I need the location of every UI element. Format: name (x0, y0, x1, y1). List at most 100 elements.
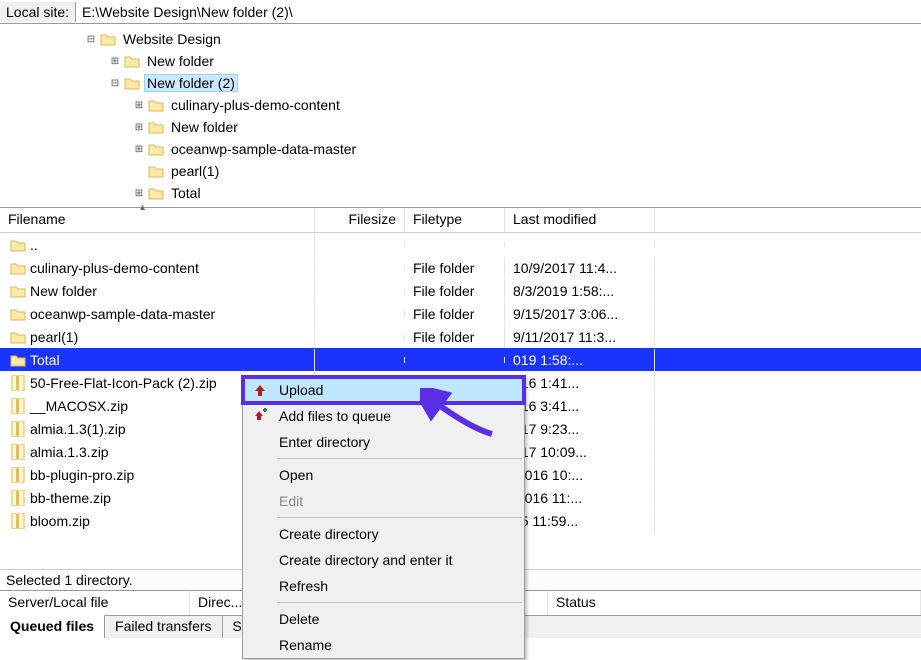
tree-item[interactable]: ⊞culinary-plus-demo-content (0, 94, 921, 116)
tcol-status[interactable]: Status (548, 591, 921, 615)
context-menu-item[interactable]: Enter directory (243, 429, 524, 455)
context-menu-item[interactable]: Open (243, 462, 524, 488)
file-row[interactable]: .. (0, 233, 921, 256)
folder-icon (124, 54, 140, 68)
file-type (405, 357, 505, 363)
file-modified: 017 10:09... (505, 441, 655, 463)
context-menu-separator (277, 517, 522, 518)
file-list-header: ▴ Filename Filesize Filetype Last modifi… (0, 208, 921, 233)
file-name: New folder (30, 283, 97, 299)
file-row[interactable]: Total 019 1:58:... (0, 348, 921, 371)
col-header-filesize[interactable]: Filesize (315, 208, 405, 232)
tab-failed-transfers[interactable]: Failed transfers (105, 616, 222, 638)
file-modified: 016 1:41... (505, 372, 655, 394)
zip-icon (10, 513, 26, 529)
context-menu-label: Refresh (279, 578, 328, 594)
file-name: oceanwp-sample-data-master (30, 306, 215, 322)
tree-item[interactable]: ⊟Website Design (0, 28, 921, 50)
file-name: almia.1.3.zip (30, 444, 109, 460)
context-menu-label: Delete (279, 611, 319, 627)
file-modified: 016 3:41... (505, 395, 655, 417)
file-modified: 019 1:58:... (505, 349, 655, 371)
context-menu-item[interactable]: Rename (243, 632, 524, 658)
tree-item-label: New folder (2) (144, 74, 238, 92)
tree-item-label: oceanwp-sample-data-master (168, 141, 359, 157)
col-header-filename[interactable]: Filename (0, 208, 315, 232)
context-menu-item[interactable]: Delete (243, 606, 524, 632)
file-row[interactable]: culinary-plus-demo-contentFile folder10/… (0, 256, 921, 279)
zip-icon (10, 467, 26, 483)
context-menu-label: Add files to queue (279, 408, 391, 424)
tree-item[interactable]: ⊞New folder (0, 50, 921, 72)
tree-item-label: New folder (168, 119, 241, 135)
zip-icon (10, 421, 26, 437)
folder-icon (10, 237, 26, 253)
file-size (315, 357, 405, 363)
file-name: almia.1.3(1).zip (30, 421, 126, 437)
context-menu: Upload Add files to queue Enter directory O… (242, 376, 525, 659)
file-modified: 15 11:59... (505, 510, 655, 532)
folder-icon (10, 352, 26, 368)
context-menu-separator (277, 602, 522, 603)
zip-icon (10, 375, 26, 391)
context-menu-label: Edit (279, 493, 303, 509)
file-type: File folder (405, 326, 505, 348)
local-site-label: Local site: (0, 2, 76, 22)
expand-icon[interactable]: ⊞ (132, 142, 146, 156)
file-row[interactable]: New folder File folder8/3/2019 1:58:... (0, 279, 921, 302)
tree-spacer (132, 164, 146, 178)
context-menu-label: Create directory (279, 526, 379, 542)
zip-icon (10, 398, 26, 414)
local-path-input[interactable] (76, 2, 921, 22)
expand-icon[interactable]: ⊞ (132, 186, 146, 200)
expand-icon[interactable]: ⊞ (132, 120, 146, 134)
file-size (315, 265, 405, 271)
folder-icon (148, 164, 164, 178)
file-modified: 9/11/2017 11:3... (505, 326, 655, 348)
context-menu-item[interactable]: Create directory (243, 521, 524, 547)
tree-item[interactable]: ⊞Total (0, 182, 921, 204)
collapse-icon[interactable]: ⊟ (84, 32, 98, 46)
file-name: Total (30, 352, 60, 368)
tree-item[interactable]: ⊟ New folder (2) (0, 72, 921, 94)
tcol-file[interactable]: Server/Local file (0, 591, 190, 615)
collapse-icon[interactable]: ⊟ (108, 76, 122, 90)
folder-icon (10, 283, 26, 299)
file-modified: 017 9:23... (505, 418, 655, 440)
file-row[interactable]: oceanwp-sample-data-masterFile folder9/1… (0, 302, 921, 325)
file-modified (505, 242, 655, 248)
folder-icon (10, 306, 26, 322)
splitter-handle-icon[interactable]: ▴ (140, 202, 145, 213)
col-header-modified[interactable]: Last modified (505, 208, 655, 232)
file-name: bb-theme.zip (30, 490, 111, 506)
file-modified: /2016 10:... (505, 464, 655, 486)
tab-queued-files[interactable]: Queued files (0, 615, 105, 638)
context-menu-separator (277, 458, 522, 459)
file-modified: 8/3/2019 1:58:... (505, 280, 655, 302)
tree-item[interactable]: ⊞ oceanwp-sample-data-master (0, 138, 921, 160)
file-size (315, 311, 405, 317)
file-name: bb-plugin-pro.zip (30, 467, 134, 483)
context-menu-item[interactable]: Refresh (243, 573, 524, 599)
file-type: File folder (405, 303, 505, 325)
context-menu-item[interactable]: Create directory and enter it (243, 547, 524, 573)
folder-tree[interactable]: ⊟Website Design ⊞ New folder ⊟ New folder (2… (0, 24, 921, 208)
expand-icon[interactable]: ⊞ (108, 54, 122, 68)
expand-icon[interactable]: ⊞ (132, 98, 146, 112)
file-name: 50-Free-Flat-Icon-Pack (2).zip (30, 375, 217, 391)
context-menu-label: Enter directory (279, 434, 370, 450)
file-modified: /2016 11:... (505, 487, 655, 509)
context-menu-item[interactable]: Add files to queue (243, 403, 524, 429)
context-menu-label: Rename (279, 637, 332, 653)
file-type: File folder (405, 280, 505, 302)
tree-item[interactable]: pearl(1) (0, 160, 921, 182)
file-name: culinary-plus-demo-content (30, 260, 199, 276)
context-menu-item[interactable]: Upload (243, 377, 524, 403)
context-menu-label: Open (279, 467, 313, 483)
file-type (405, 242, 505, 248)
context-menu-item: Edit (243, 488, 524, 514)
zip-icon (10, 444, 26, 460)
tree-item[interactable]: ⊞ New folder (0, 116, 921, 138)
col-header-filetype[interactable]: Filetype (405, 208, 505, 232)
file-row[interactable]: pearl(1)File folder9/11/2017 11:3... (0, 325, 921, 348)
